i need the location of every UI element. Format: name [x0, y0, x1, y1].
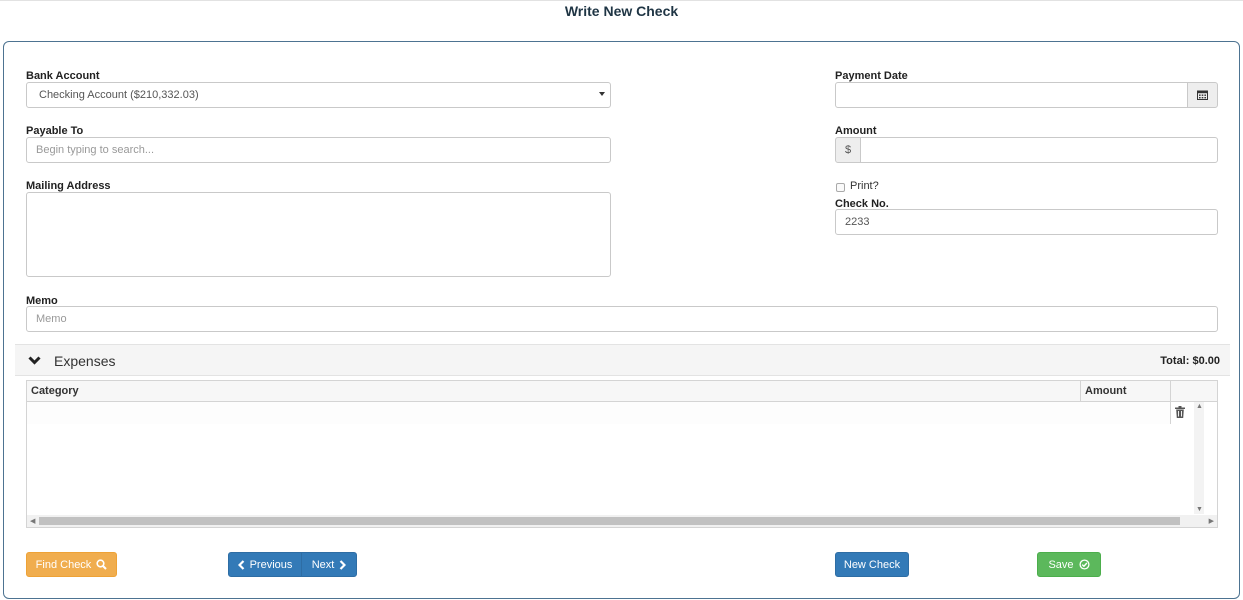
check-form-panel: Bank Account Checking Account ($210,332.…: [3, 41, 1240, 599]
check-circle-icon: [1078, 559, 1090, 570]
expenses-grid: Category Amount ▲ ▼ ◀ ▶: [26, 380, 1218, 528]
column-divider: [1170, 381, 1171, 424]
mailing-address-label: Mailing Address: [26, 180, 111, 192]
next-button[interactable]: Next: [301, 552, 357, 577]
save-label: Save: [1048, 558, 1074, 571]
new-check-label: New Check: [843, 558, 901, 571]
scroll-left-icon[interactable]: ◀: [30, 517, 35, 525]
new-check-button[interactable]: New Check: [835, 552, 909, 577]
scroll-right-icon[interactable]: ▶: [1209, 517, 1214, 525]
calendar-button[interactable]: [1187, 82, 1218, 108]
amount-label: Amount: [835, 125, 877, 137]
table-row[interactable]: [27, 402, 1170, 424]
payable-to-input[interactable]: Begin typing to search...: [26, 137, 611, 163]
bank-account-value: Checking Account ($210,332.03): [39, 89, 199, 101]
print-checkbox[interactable]: [836, 183, 845, 192]
save-button[interactable]: Save: [1037, 552, 1101, 577]
vertical-scrollbar[interactable]: ▲ ▼: [1194, 402, 1204, 514]
check-no-input[interactable]: 2233: [835, 209, 1218, 235]
expenses-section-header[interactable]: Expenses Total: $0.00: [15, 344, 1230, 376]
column-header-category[interactable]: Category: [31, 385, 79, 397]
expenses-total: Total: $0.00: [1160, 355, 1220, 367]
horizontal-scrollbar[interactable]: ◀ ▶: [27, 515, 1217, 527]
payment-date-label: Payment Date: [835, 70, 908, 82]
expenses-title: Expenses: [54, 353, 116, 369]
scroll-up-icon[interactable]: ▲: [1196, 403, 1203, 410]
bank-account-label: Bank Account: [26, 70, 100, 82]
bank-account-select[interactable]: Checking Account ($210,332.03): [26, 82, 611, 108]
horizontal-scroll-thumb[interactable]: [39, 517, 1180, 525]
next-label: Next: [311, 558, 335, 571]
chevron-right-icon: [339, 559, 347, 570]
print-label: Print?: [850, 180, 879, 192]
chevron-left-icon: [237, 559, 245, 570]
trash-icon[interactable]: [1175, 406, 1185, 418]
search-icon: [96, 559, 108, 570]
mailing-address-textarea[interactable]: [26, 192, 611, 277]
payment-date-input[interactable]: [835, 82, 1188, 108]
page-title: Write New Check: [564, 3, 679, 19]
column-header-amount[interactable]: Amount: [1085, 385, 1127, 397]
chevron-down-icon[interactable]: [28, 356, 41, 365]
caret-down-icon: [599, 92, 605, 96]
check-no-value: 2233: [845, 216, 870, 228]
payable-to-placeholder: Begin typing to search...: [36, 144, 155, 156]
currency-symbol: $: [844, 144, 852, 156]
amount-input[interactable]: [860, 137, 1218, 163]
memo-input[interactable]: Memo: [26, 306, 1218, 332]
grid-header-row: Category Amount: [27, 381, 1217, 402]
scroll-down-icon[interactable]: ▼: [1196, 506, 1203, 513]
top-divider: [0, 0, 1243, 1]
find-check-button[interactable]: Find Check: [26, 552, 117, 577]
memo-placeholder: Memo: [36, 313, 67, 325]
previous-label: Previous: [249, 558, 293, 571]
payable-to-label: Payable To: [26, 125, 84, 137]
find-check-label: Find Check: [35, 558, 92, 571]
calendar-icon: [1197, 90, 1208, 100]
previous-button[interactable]: Previous: [228, 552, 302, 577]
currency-addon: $: [835, 137, 861, 163]
